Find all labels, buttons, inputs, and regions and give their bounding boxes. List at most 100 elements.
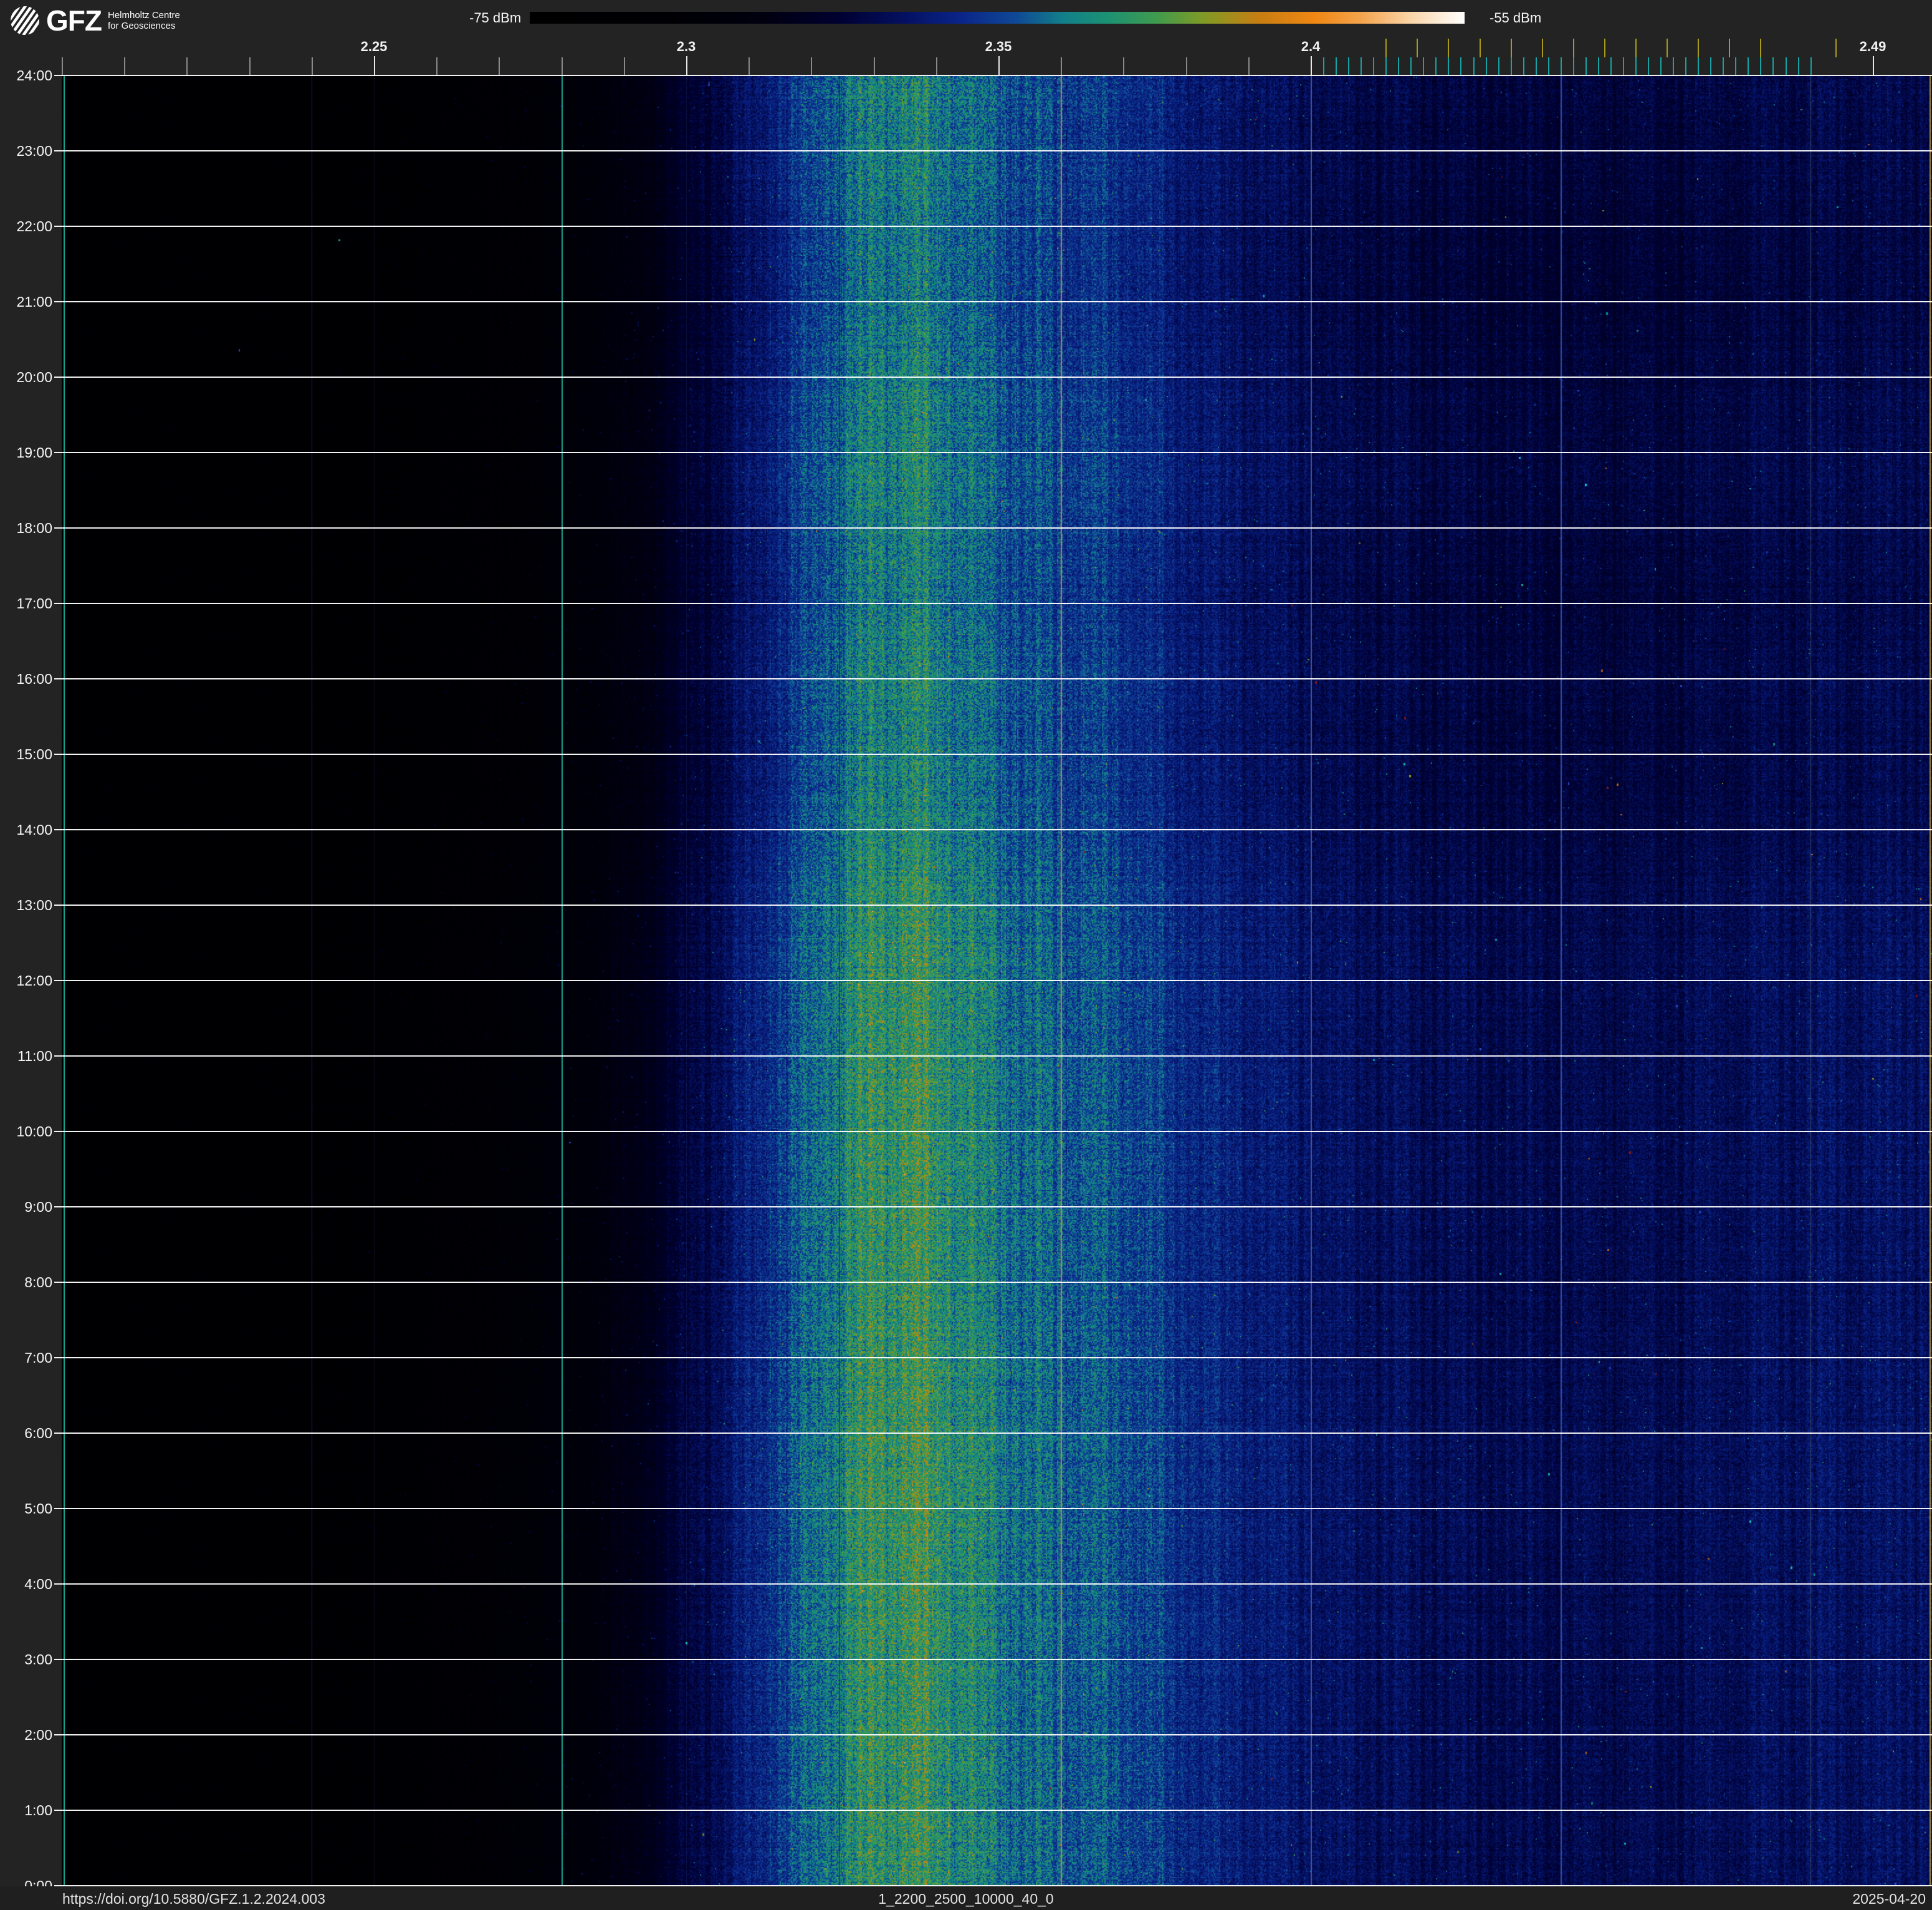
date-label: 2025-04-20 xyxy=(1852,1891,1926,1907)
wifi-channel-tick xyxy=(1542,39,1543,57)
freq-minor-tick xyxy=(249,57,251,75)
ble-channel-tick xyxy=(1660,57,1662,75)
hour-gridline xyxy=(54,829,1932,830)
ble-channel-tick xyxy=(1460,57,1461,75)
colorbar-max-label: -55 dBm xyxy=(1490,10,1542,26)
freq-minor-tick xyxy=(124,57,125,75)
hour-gridline xyxy=(54,1583,1932,1585)
ble-channel-tick xyxy=(1673,57,1674,75)
dataset-id-label: 1_2200_2500_10000_40_0 xyxy=(878,1891,1054,1907)
hour-label: 17:00 xyxy=(16,595,52,612)
wifi-channel-tick xyxy=(1760,39,1761,57)
hour-gridline xyxy=(54,377,1932,378)
hour-gridline xyxy=(54,301,1932,302)
hour-gridline xyxy=(54,1357,1932,1358)
freq-minor-tick xyxy=(436,57,438,75)
colorbar-min-label: -75 dBm xyxy=(469,10,522,26)
freq-major-tick xyxy=(374,56,375,75)
ble-channel-tick xyxy=(1610,57,1612,75)
wifi-channel-tick xyxy=(1835,39,1837,57)
wifi-channel-tick xyxy=(1417,39,1418,57)
ble-channel-tick xyxy=(1373,57,1374,75)
ble-channel-tick xyxy=(1486,57,1487,75)
hour-label: 13:00 xyxy=(16,897,52,913)
hour-gridline xyxy=(54,1810,1932,1811)
doi-link[interactable]: https://doi.org/10.5880/GFZ.1.2.2024.003 xyxy=(62,1891,325,1908)
hour-gridline xyxy=(54,678,1932,679)
wifi-channel-tick xyxy=(1667,39,1668,57)
hour-gridline xyxy=(54,1055,1932,1057)
hour-label: 21:00 xyxy=(16,294,52,310)
freq-minor-tick xyxy=(499,57,500,75)
ble-channel-tick xyxy=(1448,57,1449,75)
ble-channel-tick xyxy=(1798,57,1799,75)
hour-label: 7:00 xyxy=(24,1350,52,1366)
wifi-channel-tick xyxy=(1635,39,1637,57)
freq-tick-label: 2.4 xyxy=(1301,39,1321,54)
hour-label: 11:00 xyxy=(17,1048,52,1064)
freq-minor-tick xyxy=(186,57,188,75)
freq-minor-tick xyxy=(1186,57,1187,75)
freq-major-tick xyxy=(1873,56,1874,75)
hour-label: 2:00 xyxy=(24,1727,52,1743)
ble-channel-tick xyxy=(1760,57,1761,75)
freq-minor-tick xyxy=(1061,57,1062,75)
colorbar-gradient xyxy=(530,12,1465,24)
hour-gridline xyxy=(54,754,1932,755)
hour-gridline xyxy=(54,1432,1932,1434)
hour-gridline xyxy=(54,527,1932,529)
freq-minor-tick xyxy=(1123,57,1124,75)
freq-minor-tick xyxy=(624,57,625,75)
ble-channel-tick xyxy=(1772,57,1774,75)
hour-label: 19:00 xyxy=(16,444,52,461)
ble-channel-tick xyxy=(1348,57,1349,75)
ble-channel-tick xyxy=(1398,57,1399,75)
ble-channel-tick xyxy=(1536,57,1537,75)
wifi-channel-tick xyxy=(1385,39,1387,57)
hour-label: 20:00 xyxy=(16,369,52,385)
ble-channel-tick xyxy=(1573,57,1574,75)
ble-channel-tick xyxy=(1361,57,1362,75)
ble-channel-tick xyxy=(1623,57,1624,75)
hour-label: 1:00 xyxy=(24,1802,52,1818)
wifi-channel-tick xyxy=(1480,39,1481,57)
wifi-channel-tick xyxy=(1573,39,1574,57)
wifi-channel-tick xyxy=(1698,39,1699,57)
freq-major-tick xyxy=(998,56,1000,75)
wifi-channel-tick xyxy=(1604,39,1605,57)
ble-channel-tick xyxy=(1748,57,1749,75)
hour-gridline xyxy=(54,452,1932,453)
hour-label: 5:00 xyxy=(24,1500,52,1517)
ble-channel-tick xyxy=(1511,57,1512,75)
ble-channel-tick xyxy=(1523,57,1524,75)
ble-channel-tick xyxy=(1435,57,1437,75)
ble-channel-tick xyxy=(1648,57,1649,75)
ble-channel-tick xyxy=(1585,57,1587,75)
freq-minor-tick xyxy=(874,57,875,75)
ble-channel-tick xyxy=(1498,57,1499,75)
hour-label: 18:00 xyxy=(16,520,52,536)
hour-gridline xyxy=(54,1659,1932,1660)
freq-minor-tick xyxy=(748,57,750,75)
hour-gridline xyxy=(54,150,1932,151)
hour-gridline xyxy=(54,226,1932,227)
ble-channel-tick xyxy=(1423,57,1424,75)
hour-gridline xyxy=(54,1508,1932,1509)
freq-tick-label: 2.3 xyxy=(676,39,696,54)
hour-gridline xyxy=(54,980,1932,981)
ble-channel-tick xyxy=(1473,57,1475,75)
ble-channel-tick xyxy=(1598,57,1599,75)
freq-minor-tick xyxy=(811,57,812,75)
freq-tick-label: 2.35 xyxy=(985,39,1012,54)
hour-gridline xyxy=(54,1282,1932,1283)
freq-tick-label: 2.25 xyxy=(360,39,388,54)
freq-minor-tick xyxy=(562,57,563,75)
ble-channel-tick xyxy=(1723,57,1724,75)
wifi-channel-tick xyxy=(1511,39,1512,57)
ble-channel-tick xyxy=(1561,57,1562,75)
hour-label: 22:00 xyxy=(16,218,52,234)
ble-channel-tick xyxy=(1323,57,1324,75)
wifi-channel-tick xyxy=(1448,39,1449,57)
ble-channel-tick xyxy=(1336,57,1337,75)
hour-gridline xyxy=(54,905,1932,906)
